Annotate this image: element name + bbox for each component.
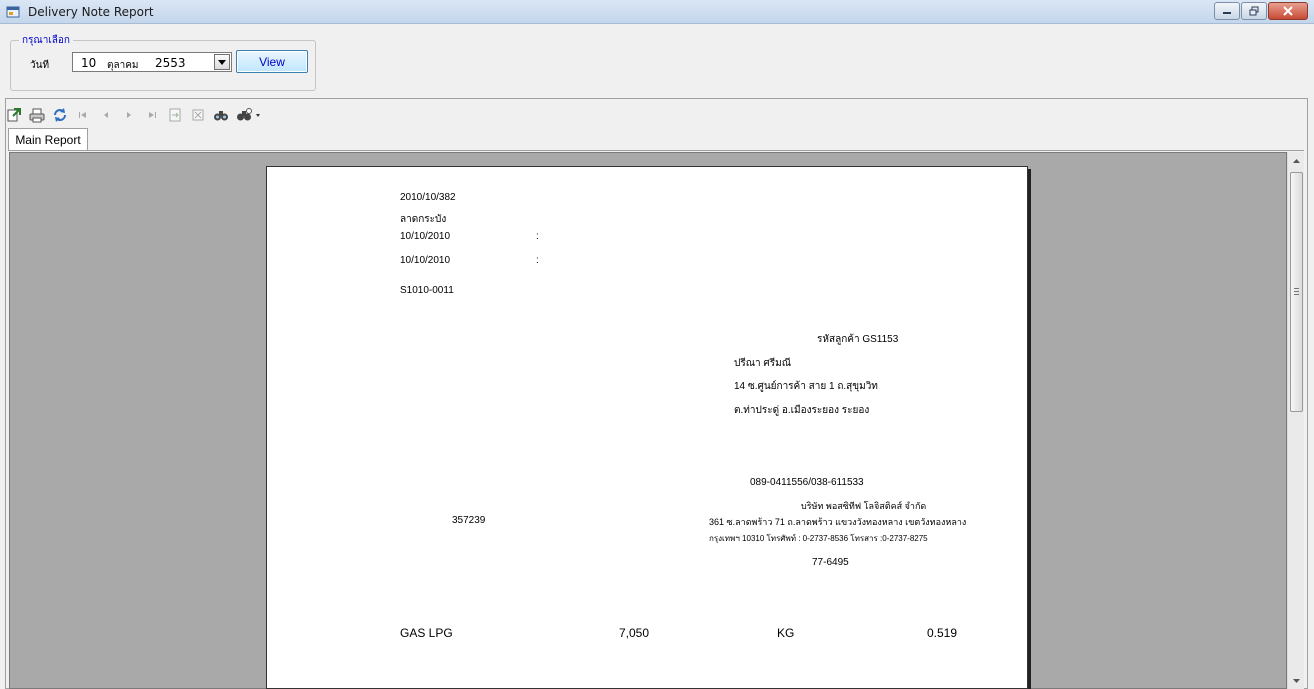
grip-icon (1294, 288, 1299, 296)
search-icon (214, 111, 228, 121)
date-picker[interactable]: 10 ตุลาคม 2553 (72, 52, 232, 72)
refresh-button[interactable] (50, 105, 70, 125)
print-button[interactable] (27, 105, 47, 125)
date-2: 10/10/2010 (400, 255, 451, 266)
item-unit: KG (777, 626, 795, 640)
goto-page-icon (169, 108, 181, 122)
search-button[interactable] (211, 105, 231, 125)
view-button[interactable]: View (236, 50, 308, 73)
date-day: 10 (81, 56, 97, 70)
shipment-code: S1010-0011 (400, 285, 454, 296)
vertical-scrollbar[interactable] (1287, 152, 1304, 689)
chevron-down-icon (1293, 678, 1300, 683)
close-button[interactable] (1268, 2, 1308, 20)
zoom-button[interactable] (234, 105, 264, 125)
customer-address-2: ต.ท่าประดู่ อ.เมืองระยอง ระยอง (734, 405, 870, 416)
scroll-down-button[interactable] (1288, 672, 1305, 689)
customer-phone: 089-0411556/038-611533 (750, 477, 864, 488)
reference-number: 357239 (452, 515, 486, 526)
vehicle-plate: 77-6495 (812, 557, 849, 568)
item-quantity: 7,050 (619, 626, 650, 640)
customer-name: ปรีณา ศรีมณี (734, 358, 791, 369)
first-page-button[interactable] (73, 105, 93, 125)
restore-icon (1249, 6, 1259, 16)
last-page-icon (149, 112, 156, 118)
company-address-1: 361 ซ.ลาดพร้าว 71 ถ.ลาดพร้าว แขวงวังทองห… (709, 517, 967, 527)
filter-group-label: กรุณาเลือก (19, 33, 73, 48)
next-page-button[interactable] (119, 105, 139, 125)
minimize-icon (1223, 12, 1231, 14)
refresh-icon (54, 108, 66, 122)
app-icon (6, 6, 20, 18)
print-icon (29, 108, 45, 123)
previous-page-button[interactable] (96, 105, 116, 125)
close-view-button[interactable] (188, 105, 208, 125)
export-icon (7, 108, 21, 122)
item-value: 0.519 (927, 626, 958, 640)
tab-divider (8, 150, 1304, 151)
date-1: 10/10/2010 (400, 231, 451, 242)
window-title: Delivery Note Report (28, 5, 154, 19)
next-page-icon (127, 112, 131, 118)
date-month: ตุลาคม (107, 60, 139, 71)
title-bar: Delivery Note Report (0, 0, 1314, 24)
customer-address-1: 14 ซ.ศูนย์การค้า สาย 1 ถ.สุขุมวิท (734, 381, 878, 392)
customer-code: รหัสลูกค้า GS1153 (817, 334, 899, 345)
export-button[interactable] (4, 105, 24, 125)
close-icon (1283, 6, 1293, 16)
date-label: วันที (30, 60, 50, 71)
zoom-icon (237, 108, 260, 121)
close-view-icon (192, 109, 204, 121)
company-name: บริษัท พอสซิทีฟ โลจิสติคส์ จำกัด (801, 501, 927, 511)
chevron-up-icon (1293, 158, 1300, 163)
company-address-2: กรุงเทพฯ 10310 โทรศัพท์ : 0-2737-8536 โท… (709, 534, 928, 543)
date-dropdown-button[interactable] (214, 54, 230, 70)
restore-button[interactable] (1241, 2, 1267, 20)
item-name: GAS LPG (400, 626, 453, 640)
doc-number: 2010/10/382 (400, 192, 456, 203)
scroll-up-button[interactable] (1288, 152, 1305, 169)
last-page-button[interactable] (142, 105, 162, 125)
minimize-button[interactable] (1214, 2, 1240, 20)
colon-2: : (536, 255, 539, 266)
first-page-icon (79, 112, 86, 118)
colon-1: : (536, 231, 539, 242)
previous-page-icon (104, 112, 108, 118)
report-page: 2010/10/382 ลาดกระบัง 10/10/2010 : 10/10… (266, 166, 1028, 689)
branch-name: ลาดกระบัง (400, 214, 447, 225)
scroll-thumb[interactable] (1290, 172, 1303, 412)
viewer-toolbar (4, 104, 267, 126)
date-year: 2553 (155, 56, 186, 70)
goto-page-button[interactable] (165, 105, 185, 125)
tab-main-report[interactable]: Main Report (8, 128, 88, 150)
chevron-down-icon (218, 59, 226, 65)
